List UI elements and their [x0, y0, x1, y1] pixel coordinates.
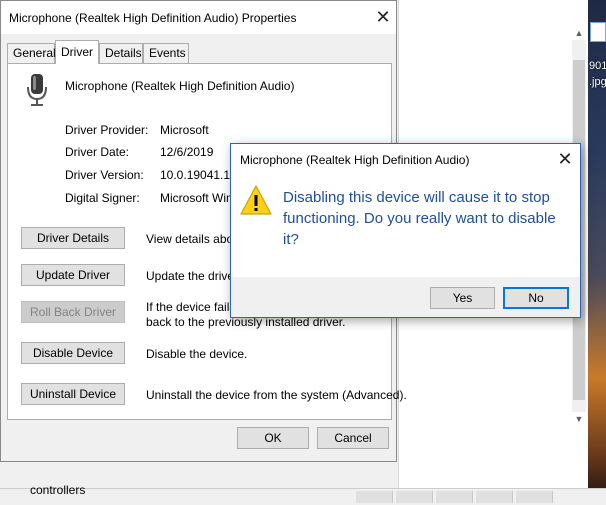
desktop-file-ext[interactable]: .jpg	[589, 76, 606, 88]
device-name: Microphone (Realtek High Definition Audi…	[65, 79, 295, 93]
driver-provider-value: Microsoft	[160, 123, 209, 137]
disable-device-description: Disable the device.	[146, 347, 248, 361]
microphone-icon	[27, 74, 47, 106]
properties-title: Microphone (Realtek High Definition Audi…	[9, 11, 297, 25]
update-driver-description: Update the driver	[146, 269, 239, 283]
strip-segment	[356, 491, 393, 503]
ok-button[interactable]: OK	[237, 427, 309, 449]
background-status-strip: controllers	[0, 483, 606, 505]
driver-version-label: Driver Version:	[65, 168, 144, 182]
cancel-button[interactable]: Cancel	[317, 427, 389, 449]
uninstall-device-description: Uninstall the device from the system (Ad…	[146, 388, 407, 402]
tab-driver[interactable]: Driver	[55, 40, 99, 64]
driver-date-label: Driver Date:	[65, 145, 130, 159]
tab-events[interactable]: Events	[143, 43, 189, 63]
tab-general[interactable]: General	[7, 43, 56, 63]
warning-icon	[240, 185, 272, 215]
driver-date-value: 12/6/2019	[160, 145, 214, 159]
strip-segment	[476, 491, 513, 503]
background-tree-item[interactable]: controllers	[30, 483, 85, 497]
confirm-disable-dialog: Microphone (Realtek High Definition Audi…	[230, 143, 581, 318]
roll-back-description: If the device fails	[146, 300, 236, 314]
desktop-file-label[interactable]: 901	[589, 60, 606, 72]
dialog-title: Microphone (Realtek High Definition Audi…	[240, 153, 470, 167]
yes-button[interactable]: Yes	[430, 287, 495, 309]
driver-version-value: 10.0.19041.1	[160, 168, 231, 182]
properties-titlebar[interactable]: Microphone (Realtek High Definition Audi…	[1, 1, 396, 34]
digital-signer-value: Microsoft Wind	[160, 191, 240, 205]
tab-details[interactable]: Details	[99, 43, 143, 63]
close-icon[interactable]: ✕	[371, 5, 395, 29]
strip-segment	[396, 491, 433, 503]
strip-segment	[516, 491, 553, 503]
scroll-up-icon[interactable]: ▲	[572, 26, 586, 40]
driver-details-description: View details about	[146, 232, 244, 246]
driver-provider-label: Driver Provider:	[65, 123, 149, 137]
update-driver-button[interactable]: Update Driver	[21, 264, 125, 286]
scroll-down-icon[interactable]: ▼	[572, 412, 586, 426]
disable-device-button[interactable]: Disable Device	[21, 342, 125, 364]
dialog-message: Disabling this device will cause it to s…	[283, 189, 556, 248]
digital-signer-label: Digital Signer:	[65, 191, 140, 205]
uninstall-device-button[interactable]: Uninstall Device	[21, 383, 125, 405]
no-button[interactable]: No	[503, 287, 569, 309]
image-file-icon[interactable]	[590, 22, 606, 42]
strip-segment	[436, 491, 473, 503]
roll-back-driver-button[interactable]: Roll Back Driver	[21, 301, 125, 323]
close-icon[interactable]: ✕	[554, 148, 576, 170]
dialog-button-bar: Yes No	[231, 277, 580, 317]
driver-details-button[interactable]: Driver Details	[21, 227, 125, 249]
